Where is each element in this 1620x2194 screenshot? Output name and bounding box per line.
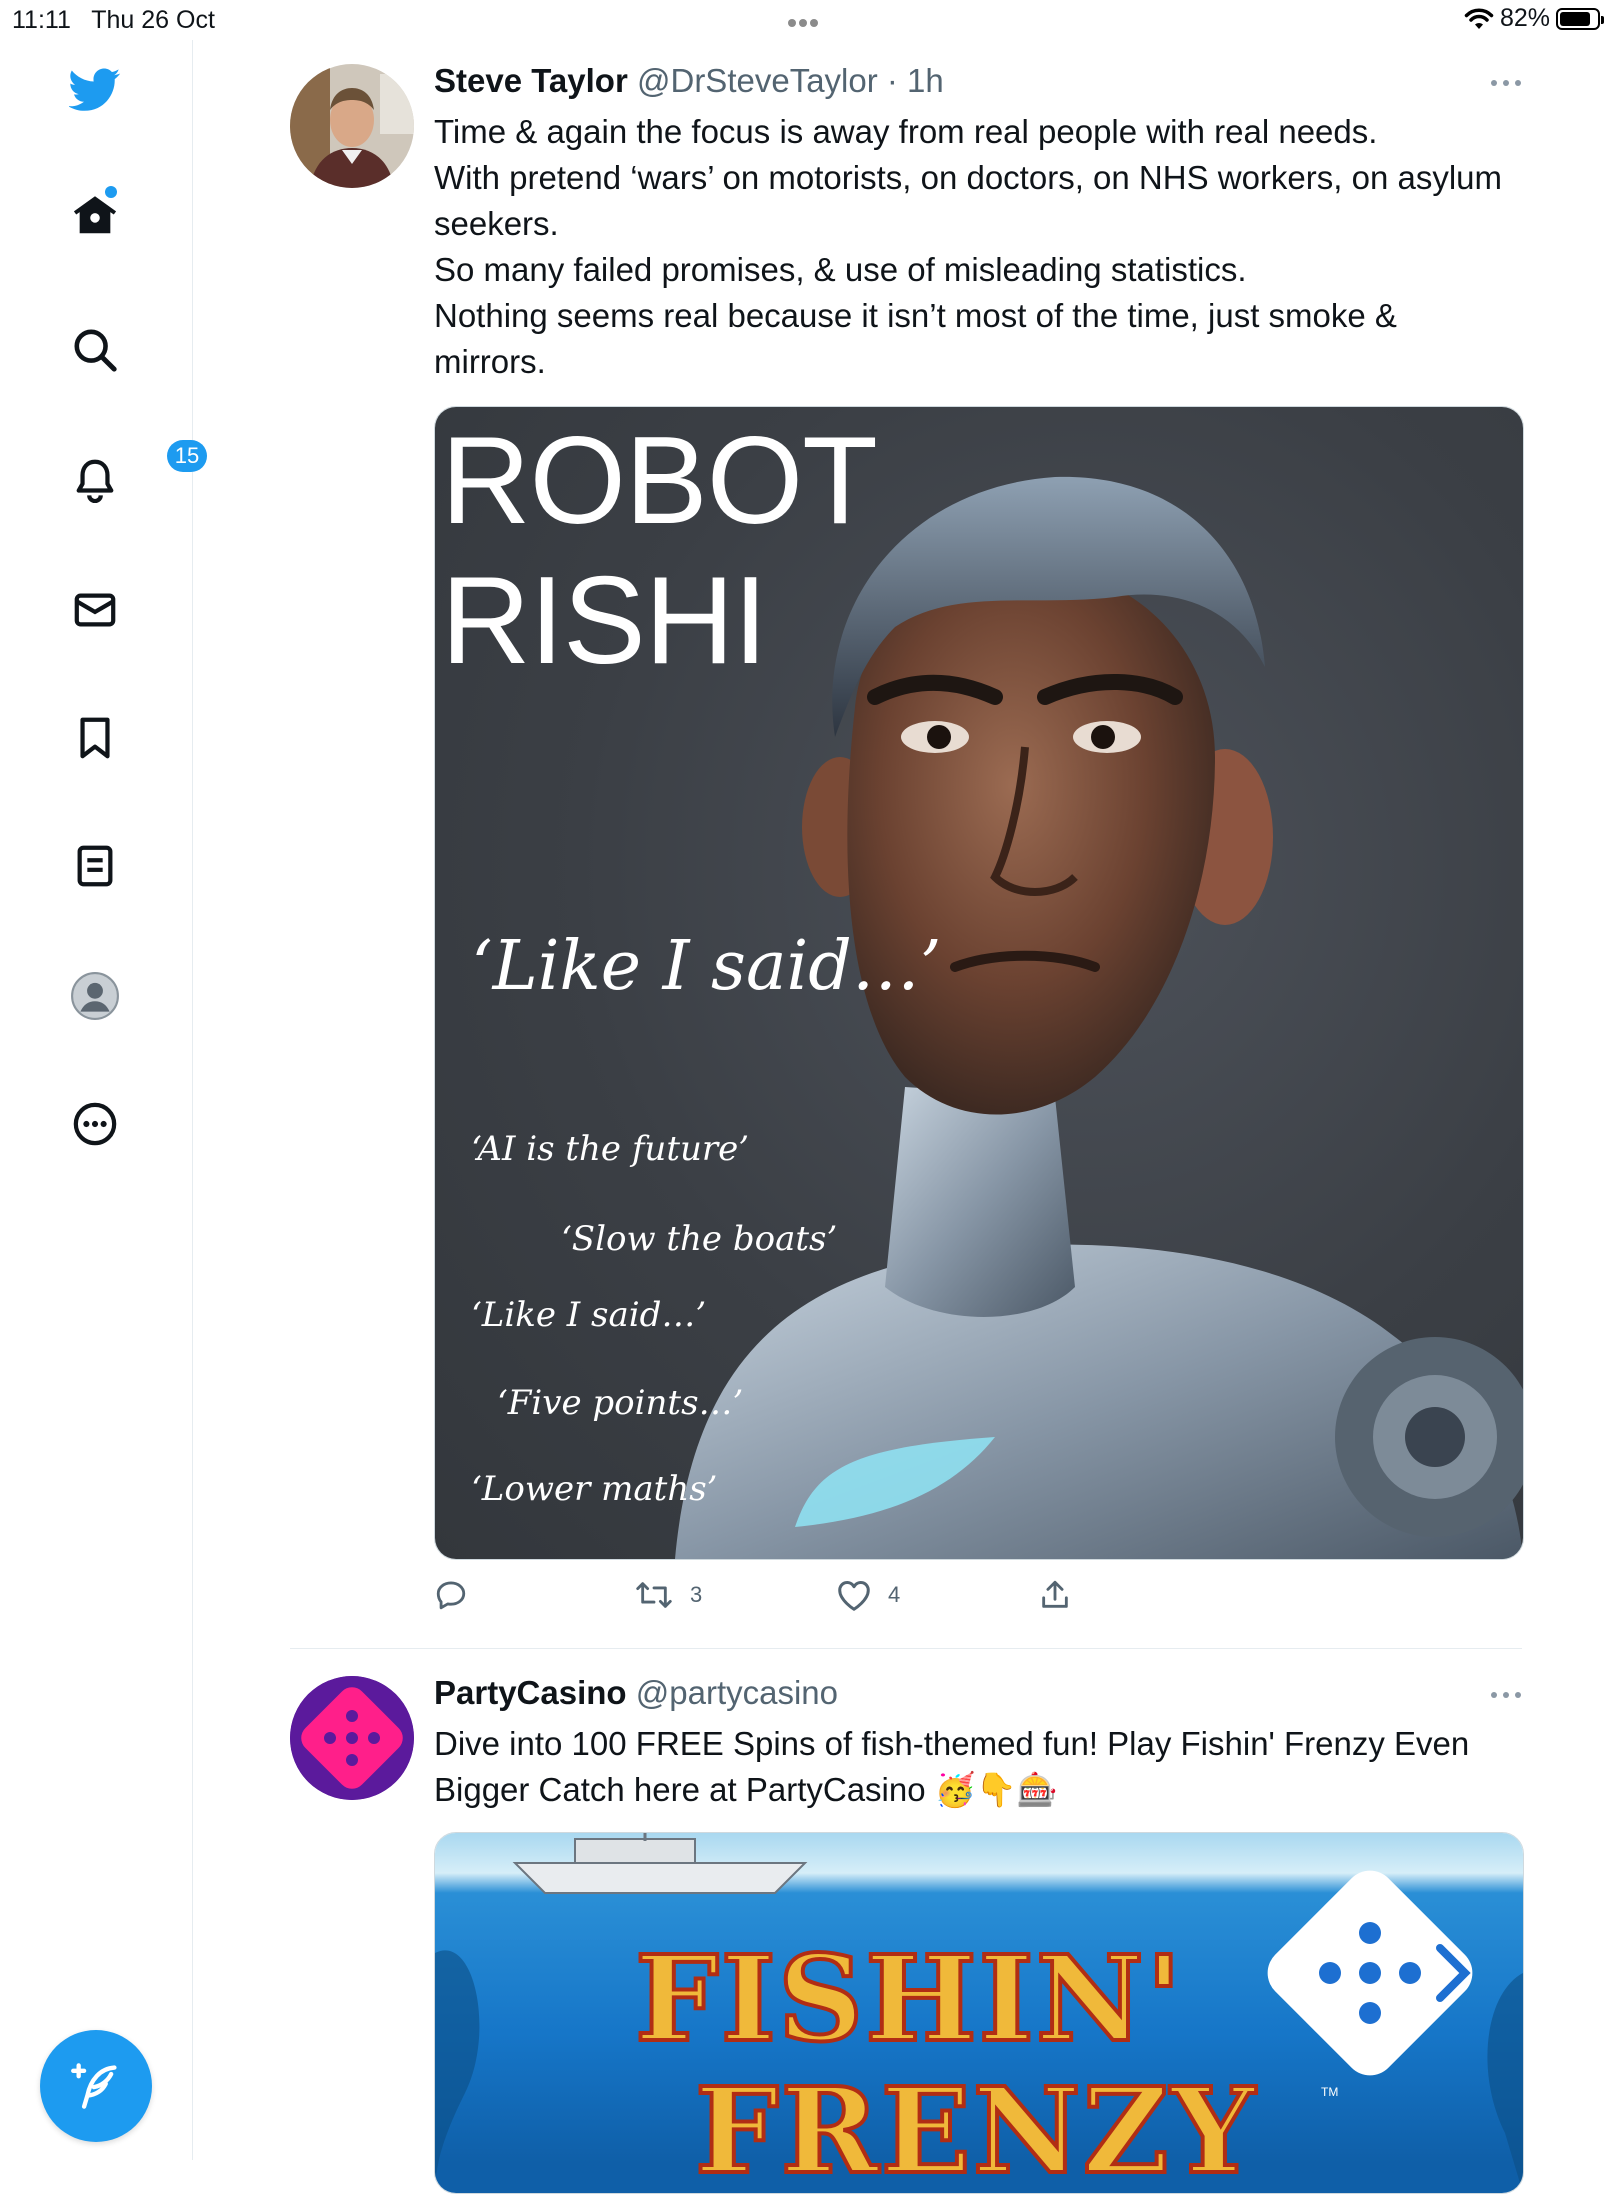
- like-count: 4: [888, 1582, 901, 1607]
- twitter-bird-icon[interactable]: [69, 64, 121, 116]
- search-icon[interactable]: [69, 324, 121, 376]
- author-avatar[interactable]: [290, 1676, 414, 1800]
- battery-percent: 82%: [1499, 4, 1550, 32]
- heart-icon: [838, 1580, 870, 1611]
- status-indicators: 82%: [1464, 4, 1604, 33]
- status-bar: 11:11 Thu 26 Oct 82%: [0, 0, 1620, 40]
- tweet-image-fishin-frenzy[interactable]: FISHIN' FRENZY TM: [434, 1832, 1524, 2194]
- reply-button[interactable]: [434, 1578, 468, 1612]
- like-button[interactable]: 4: [836, 1578, 900, 1612]
- image-title-robot: ROBOT: [441, 412, 878, 550]
- author-name[interactable]: PartyCasino: [434, 1674, 627, 1711]
- more-options-circle-icon[interactable]: [69, 1098, 121, 1150]
- game-title-line2: FRENZY: [693, 2059, 1258, 2194]
- image-main-quote: ‘Like I said…’: [471, 927, 942, 1006]
- compose-tweet-button[interactable]: [40, 2030, 152, 2142]
- tweet-more-icon[interactable]: [1490, 1690, 1522, 1700]
- game-title-line1: FISHIN': [633, 1927, 1184, 2070]
- reply-icon: [436, 1581, 466, 1610]
- tweet[interactable]: PartyCasino @partycasino Dive into 100 F…: [290, 1674, 1524, 2194]
- image-quote: ‘Lower maths’: [471, 1469, 718, 1509]
- wifi-icon: [1464, 8, 1494, 29]
- tweet-text: Time & again the focus is away from real…: [434, 109, 1514, 385]
- profile-avatar-icon[interactable]: [69, 970, 121, 1022]
- image-title-rishi: RISHI: [441, 552, 768, 690]
- image-quote: ‘Slow the boats’: [561, 1219, 838, 1259]
- multitasking-dots-icon[interactable]: [788, 14, 821, 32]
- share-icon: [1042, 1580, 1068, 1608]
- tweet-header: PartyCasino @partycasino: [434, 1674, 838, 1712]
- retweet-count: 3: [690, 1582, 703, 1607]
- tweet-text-line: Nothing seems real because it isn’t most…: [434, 297, 1397, 380]
- battery-icon: [1556, 7, 1604, 30]
- author-handle[interactable]: @partycasino: [636, 1674, 838, 1711]
- lists-icon[interactable]: [69, 840, 121, 892]
- sidebar: 15: [0, 40, 207, 2160]
- bookmark-icon[interactable]: [69, 712, 121, 764]
- tweet-actions: 3 4: [434, 1578, 1134, 1618]
- tweet-text-line: Time & again the focus is away from real…: [434, 113, 1378, 150]
- author-name[interactable]: Steve Taylor: [434, 62, 628, 99]
- trademark-mark: TM: [1321, 2085, 1339, 2099]
- tweet-header: Steve Taylor @DrSteveTaylor · 1h: [434, 62, 944, 100]
- tweet-divider: [290, 1648, 1522, 1649]
- status-time: 11:11 Thu 26 Oct: [12, 6, 215, 34]
- feather-plus-icon: [71, 2063, 117, 2109]
- retweet-button[interactable]: 3: [634, 1578, 702, 1612]
- retweet-icon: [636, 1582, 672, 1608]
- image-quote: ‘Five points…’: [497, 1383, 744, 1423]
- tweet-text: Dive into 100 FREE Spins of fish-themed …: [434, 1725, 1470, 1808]
- home-unread-dot: [105, 186, 117, 198]
- share-button[interactable]: [1038, 1578, 1072, 1612]
- tweet-time: · 1h: [877, 62, 944, 99]
- tweet[interactable]: Steve Taylor @DrSteveTaylor · 1h Time & …: [290, 62, 1524, 1624]
- messages-envelope-icon[interactable]: [69, 584, 121, 636]
- tweet-more-icon[interactable]: [1490, 78, 1522, 88]
- author-avatar[interactable]: [290, 64, 414, 188]
- notification-count-badge: 15: [167, 440, 207, 472]
- tweet-image-robot-rishi[interactable]: ROBOT RISHI ‘Like I said…’ ‘AI is the fu…: [434, 406, 1524, 1560]
- tweet-text-line: With pretend ‘wars’ on motorists, on doc…: [434, 159, 1503, 242]
- tweet-text-line: So many failed promises, & use of mislea…: [434, 251, 1247, 288]
- image-quote: ‘AI is the future’: [471, 1129, 750, 1169]
- image-quote: ‘Like I said…’: [471, 1295, 707, 1335]
- author-handle[interactable]: @DrSteveTaylor: [637, 62, 878, 99]
- notifications-bell-icon[interactable]: 15: [69, 440, 207, 506]
- home-icon[interactable]: [69, 186, 121, 242]
